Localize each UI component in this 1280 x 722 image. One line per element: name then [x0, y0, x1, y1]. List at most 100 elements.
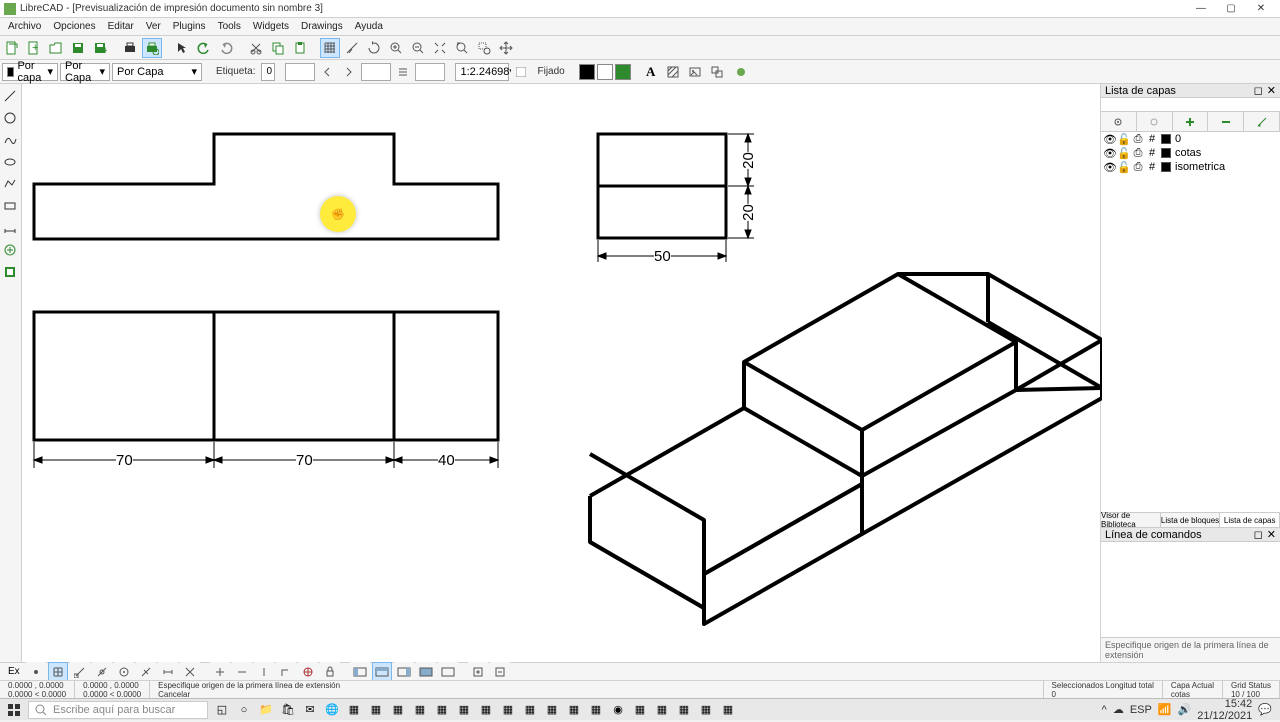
explorer-icon[interactable]: 📁	[256, 701, 276, 719]
menu-tools[interactable]: Tools	[212, 21, 247, 32]
print-icon[interactable]: ⎙	[1133, 162, 1143, 172]
lock-relative-zero-button[interactable]	[320, 662, 340, 682]
app14-icon[interactable]: ▦	[674, 701, 694, 719]
menu-ayuda[interactable]: Ayuda	[349, 21, 389, 32]
iso-off-button[interactable]	[438, 662, 458, 682]
lock-icon[interactable]: 🔓	[1119, 134, 1129, 144]
panel-close-icon[interactable]: ✕	[1267, 528, 1276, 541]
layer-add-button[interactable]	[1173, 112, 1209, 131]
zoom-redraw-button[interactable]	[364, 38, 384, 58]
app3-icon[interactable]: ▦	[388, 701, 408, 719]
tool-polyline[interactable]	[0, 174, 20, 194]
relative-zero-button[interactable]	[298, 662, 318, 682]
color-white-button[interactable]	[597, 64, 613, 80]
zoom-pan-button[interactable]	[496, 38, 516, 58]
color-black-button[interactable]	[579, 64, 595, 80]
chrome-icon[interactable]: ◉	[608, 701, 628, 719]
minimize-button[interactable]: —	[1186, 1, 1216, 17]
tool-ellipse[interactable]	[0, 152, 20, 172]
new-template-button[interactable]: +	[24, 38, 44, 58]
panel-close-icon[interactable]: ✕	[1267, 84, 1276, 97]
layer-remove-button[interactable]	[1208, 112, 1244, 131]
menu-widgets[interactable]: Widgets	[247, 21, 295, 32]
color-green-button[interactable]	[615, 64, 631, 80]
tray-cloud-icon[interactable]: ☁	[1113, 703, 1124, 716]
zoom-in-button[interactable]	[386, 38, 406, 58]
edge-icon[interactable]: 🌐	[322, 701, 342, 719]
snap-center-button[interactable]	[114, 662, 134, 682]
tray-notifications-icon[interactable]: 💬	[1258, 703, 1272, 716]
num-input-1[interactable]	[285, 63, 315, 81]
app1-icon[interactable]: ▦	[344, 701, 364, 719]
layer-show-all-button[interactable]	[1101, 112, 1137, 131]
print-button[interactable]	[120, 38, 140, 58]
layer-row-isometrica[interactable]: 👁 🔓 ⎙ # isometrica	[1101, 160, 1280, 174]
app11-icon[interactable]: ▦	[564, 701, 584, 719]
store-icon[interactable]: 🛍	[278, 701, 298, 719]
app5-icon[interactable]: ▦	[432, 701, 452, 719]
zoom-auto-button[interactable]	[430, 38, 450, 58]
print-icon[interactable]: ⎙	[1133, 148, 1143, 158]
tool-curve[interactable]	[0, 130, 20, 150]
cut-button[interactable]	[246, 38, 266, 58]
zoom-window-button[interactable]	[474, 38, 494, 58]
paste-button[interactable]	[290, 38, 310, 58]
hatch-icon[interactable]	[663, 62, 683, 82]
num-input-3[interactable]	[415, 63, 445, 81]
panel-float-icon[interactable]: ◻	[1254, 528, 1263, 541]
cortana-icon[interactable]: ○	[234, 701, 254, 719]
snap-grid-button[interactable]	[48, 662, 68, 682]
layer-filter-input[interactable]	[1101, 98, 1280, 112]
layer-hide-all-button[interactable]	[1137, 112, 1173, 131]
menu-ver[interactable]: Ver	[140, 21, 167, 32]
app15-icon[interactable]: ▦	[696, 701, 716, 719]
tray-lang[interactable]: ESP	[1130, 704, 1152, 716]
color-select[interactable]: Por capa▾	[2, 63, 58, 81]
tool-modify[interactable]	[0, 240, 20, 260]
save-as-button[interactable]: +	[90, 38, 110, 58]
tray-volume-icon[interactable]: 🔊	[1178, 703, 1192, 716]
eye-icon[interactable]: 👁	[1105, 134, 1115, 144]
tray-wifi-icon[interactable]: 📶	[1158, 703, 1172, 716]
mail-icon[interactable]: ✉	[300, 701, 320, 719]
app13-icon[interactable]: ▦	[630, 701, 650, 719]
pointer-button[interactable]	[172, 38, 192, 58]
block-icon[interactable]	[707, 62, 727, 82]
tool-circle[interactable]	[0, 108, 20, 128]
remove-custom-button[interactable]	[490, 662, 510, 682]
app7-icon[interactable]: ▦	[476, 701, 496, 719]
drawing-canvas[interactable]: 50 20 20 70 70 40 ✊	[22, 84, 1100, 662]
app2-icon[interactable]: ▦	[366, 701, 386, 719]
save-button[interactable]	[68, 38, 88, 58]
maximize-button[interactable]: ▢	[1216, 1, 1246, 17]
restrict-nothing-button[interactable]	[210, 662, 230, 682]
snap-free-button[interactable]	[26, 662, 46, 682]
tray-up-icon[interactable]: ^	[1102, 704, 1107, 716]
app8-icon[interactable]: ▦	[498, 701, 518, 719]
tab-biblioteca[interactable]: Visor de Biblioteca	[1101, 513, 1161, 527]
tool-line[interactable]	[0, 86, 20, 106]
restrict-vertical-button[interactable]	[254, 662, 274, 682]
layer-color-swatch[interactable]	[1161, 162, 1171, 172]
print-preview-button[interactable]	[142, 38, 162, 58]
layer-edit-button[interactable]	[1244, 112, 1280, 131]
tab-bloques[interactable]: Lista de bloques	[1161, 513, 1221, 527]
menu-opciones[interactable]: Opciones	[47, 21, 101, 32]
tool-dimension[interactable]	[0, 218, 20, 238]
restrict-ortho-button[interactable]	[276, 662, 296, 682]
librecad-icon[interactable]: ▦	[652, 701, 672, 719]
iso-top-button[interactable]	[372, 662, 392, 682]
tool-rect[interactable]	[0, 196, 20, 216]
layer-row-cotas[interactable]: 👁 🔓 ⎙ # cotas	[1101, 146, 1280, 160]
app6-icon[interactable]: ▦	[454, 701, 474, 719]
eye-icon[interactable]: 👁	[1105, 148, 1115, 158]
add-custom-button[interactable]	[468, 662, 488, 682]
iso-left-button[interactable]	[350, 662, 370, 682]
snap-distance-button[interactable]	[158, 662, 178, 682]
app4-icon[interactable]: ▦	[410, 701, 430, 719]
print-icon[interactable]: ⎙	[1133, 134, 1143, 144]
construction-icon[interactable]: #	[1147, 148, 1157, 158]
lineweight-select[interactable]: Por Capa▾	[112, 63, 202, 81]
num-input-2[interactable]	[361, 63, 391, 81]
copy-button[interactable]	[268, 38, 288, 58]
